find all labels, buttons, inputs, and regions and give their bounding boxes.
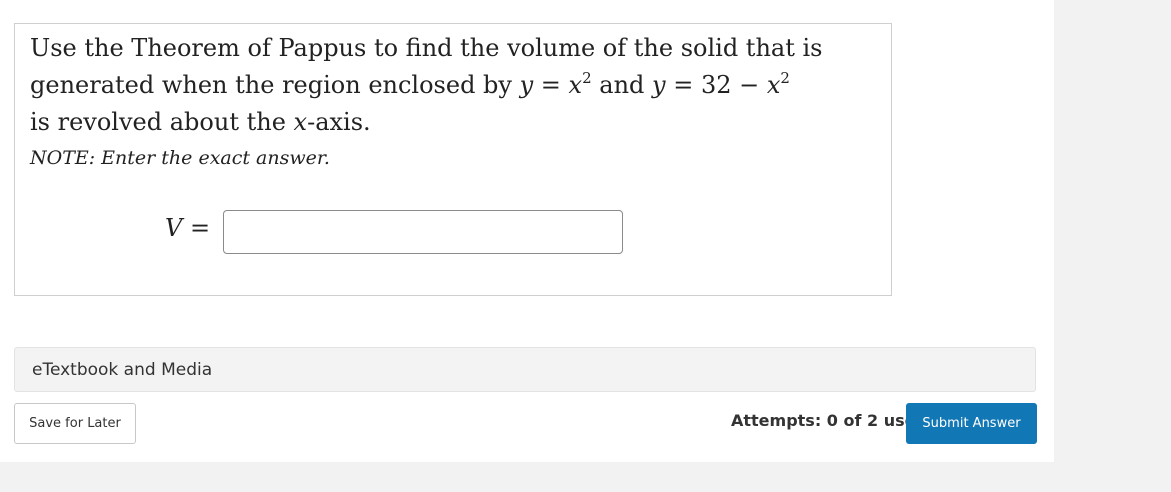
question-and: and <box>591 71 653 99</box>
eq2-exponent: 2 <box>780 69 790 87</box>
eq1-equals: = <box>533 71 569 99</box>
answer-equals: = <box>182 214 211 242</box>
question-panel: Use the Theorem of Pappus to find the vo… <box>14 23 892 296</box>
eq2-var: x <box>766 71 781 99</box>
answer-input[interactable] <box>223 210 623 254</box>
answer-variable: V <box>165 214 183 242</box>
assignment-page: Use the Theorem of Pappus to find the vo… <box>0 0 1054 462</box>
eq1-exponent: 2 <box>582 69 592 87</box>
attempts-counter: Attempts: 0 of 2 used <box>731 411 927 430</box>
eq2-rhs: = 32 − <box>665 71 767 99</box>
question-line-2-text: generated when the region enclosed by <box>30 71 520 99</box>
answer-label: V = <box>165 214 210 242</box>
question-text: Use the Theorem of Pappus to find the vo… <box>30 30 870 141</box>
note-text: NOTE: Enter the exact answer. <box>30 147 330 169</box>
etextbook-label: eTextbook and Media <box>32 360 213 380</box>
eq1-lhs: y <box>519 71 534 99</box>
question-line-3-text: is revolved about the <box>30 108 294 136</box>
etextbook-media-panel[interactable]: eTextbook and Media <box>14 347 1036 392</box>
save-for-later-button[interactable]: Save for Later <box>14 403 136 444</box>
submit-answer-button[interactable]: Submit Answer <box>906 403 1037 444</box>
question-line-3-end: -axis. <box>307 108 371 136</box>
eq1-var: x <box>568 71 583 99</box>
axis-var: x <box>293 108 308 136</box>
eq2-lhs: y <box>652 71 666 99</box>
question-line-1: Use the Theorem of Pappus to find the vo… <box>30 34 823 62</box>
